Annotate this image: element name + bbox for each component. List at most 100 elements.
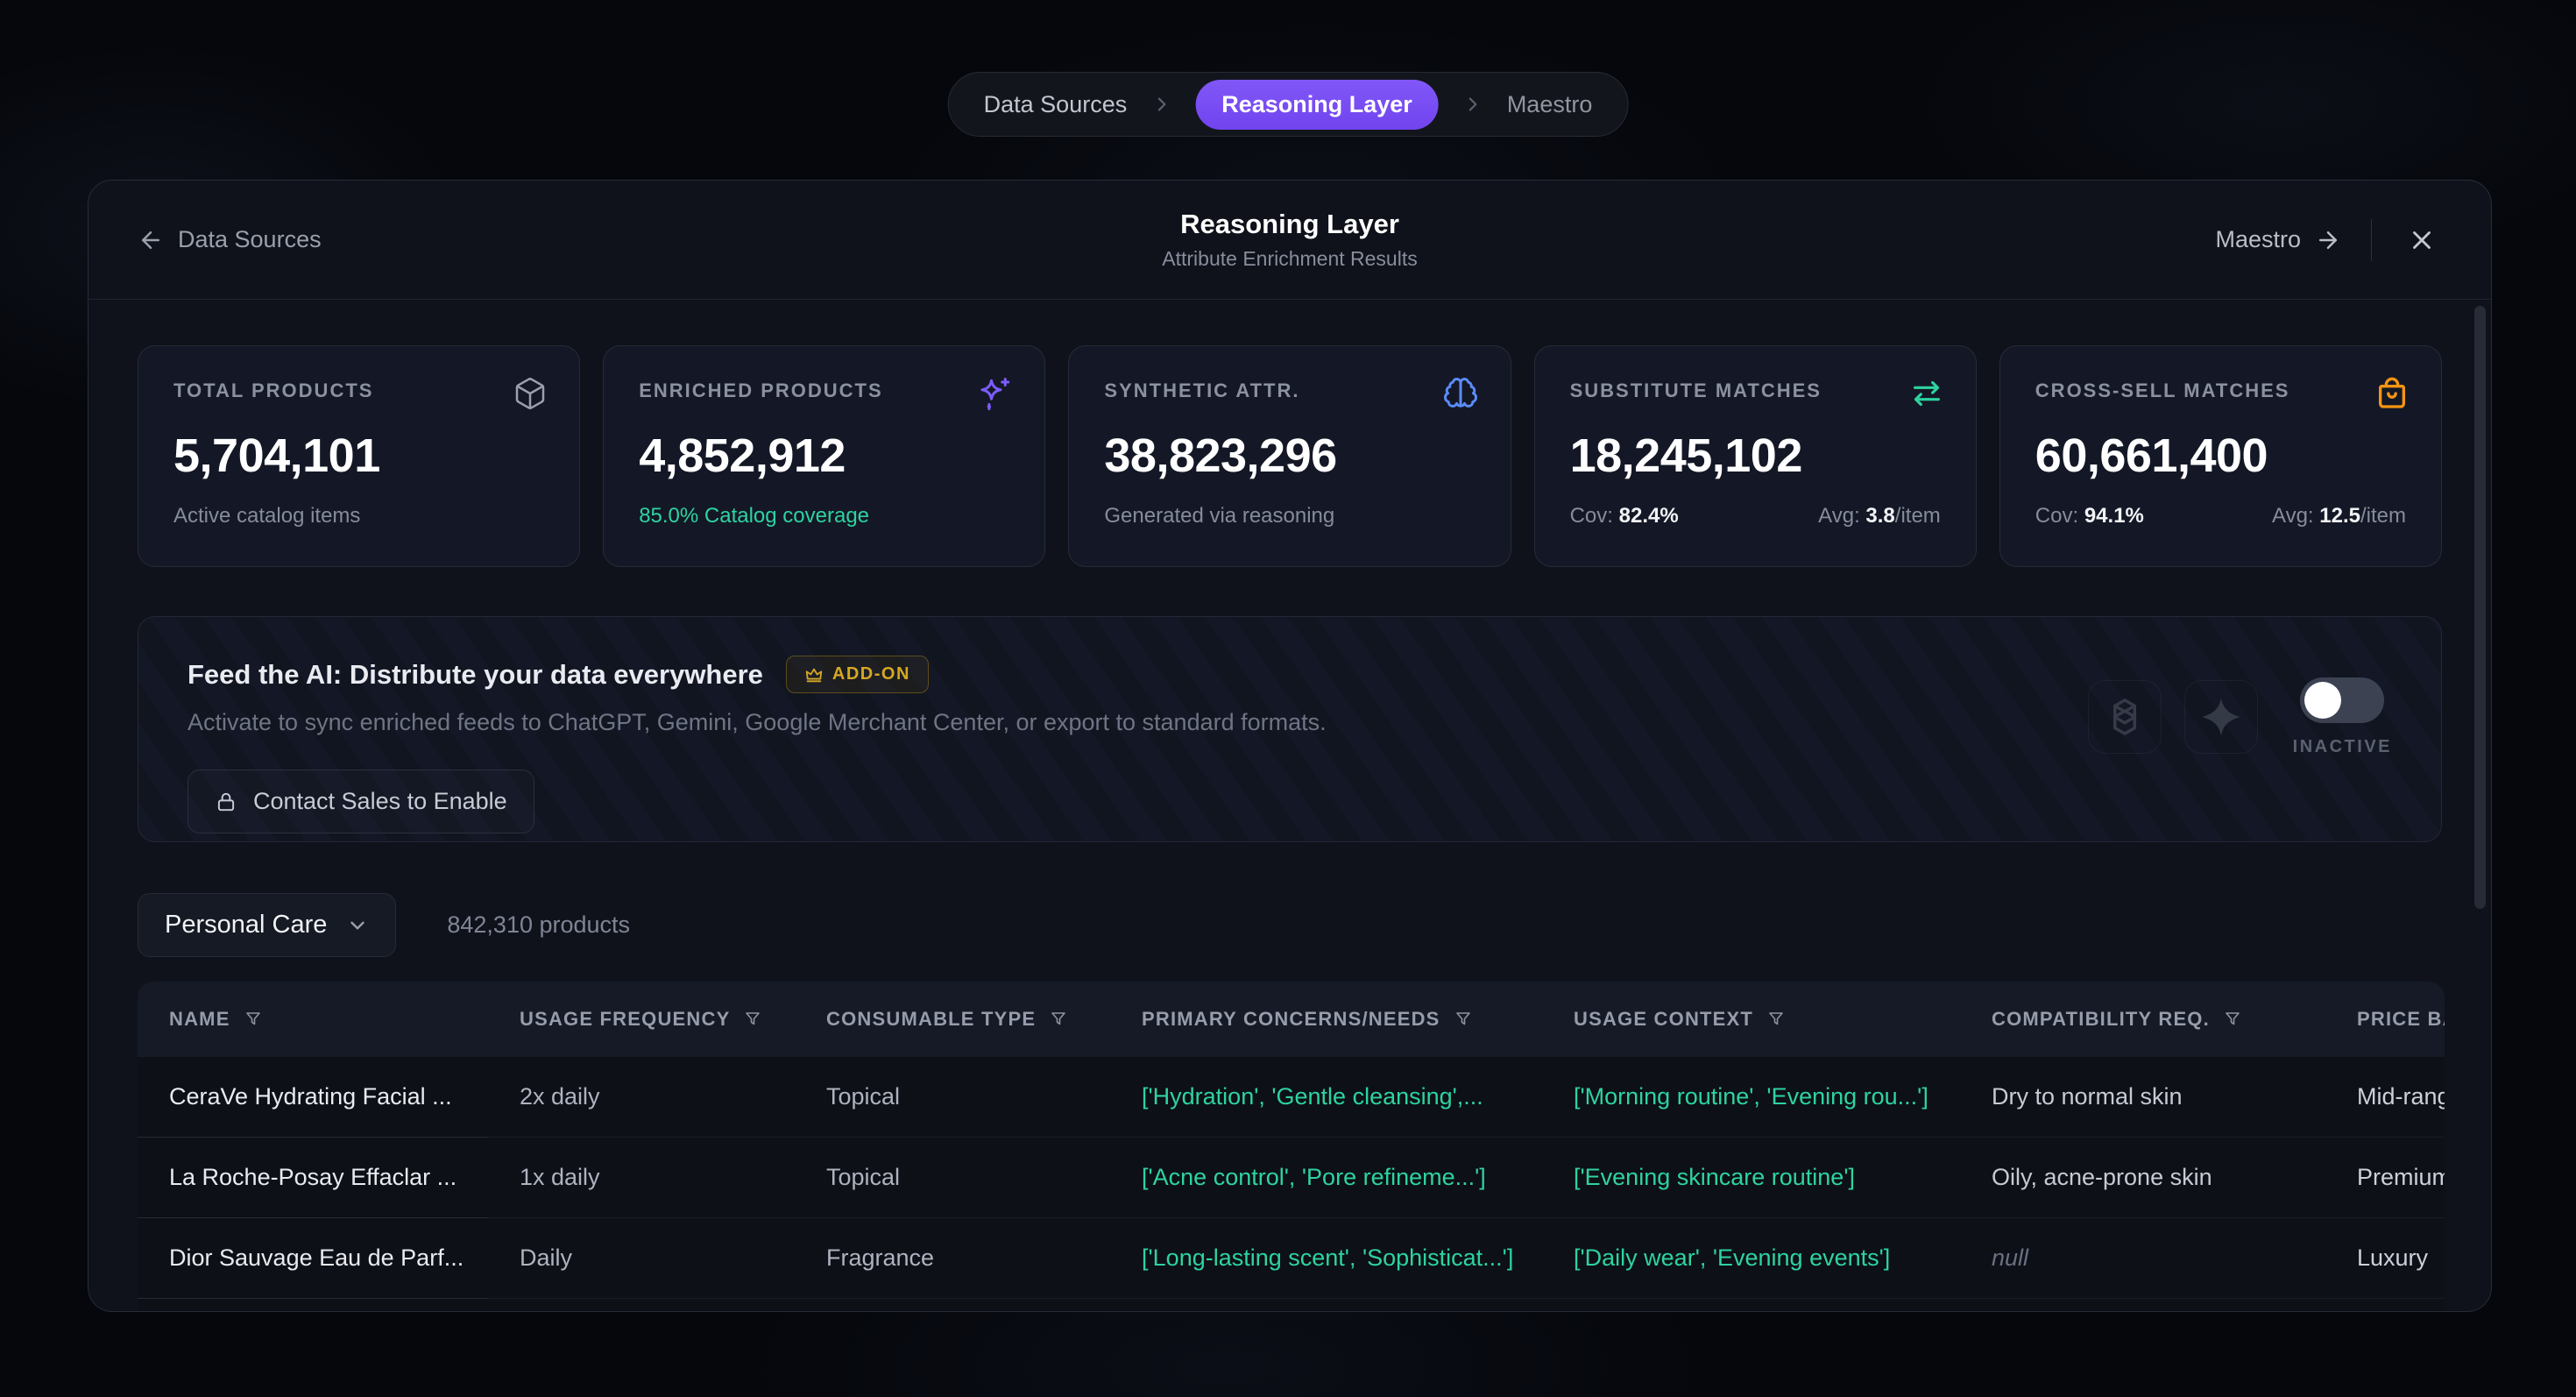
col-header-usage-frequency[interactable]: USAGE FREQUENCY [488,982,795,1057]
table-header-row: NAME USAGE FREQUENCY CONSUMABLE TYPE PRI… [138,982,2445,1057]
cell-usage-context: ['Daily wear', 'Evening events'] [1542,1218,1960,1299]
stat-card-substitute-matches: SUBSTITUTE MATCHES 18,245,102 Cov: 82.4%… [1534,345,1977,567]
close-button[interactable] [2402,220,2442,260]
page-title: Reasoning Layer [1162,209,1417,240]
cell-usage-context: ['Morning routine', 'Evening rou...'] [1542,1057,1960,1138]
breadcrumb-item-maestro[interactable]: Maestro [1507,91,1593,118]
chevron-right-icon [1463,95,1483,114]
filter-icon[interactable] [243,1009,264,1030]
stat-subtext: Generated via reasoning [1104,504,1475,528]
sparkles-icon [976,376,1013,413]
crown-icon [804,665,824,684]
package-icon [513,376,548,411]
cell-name: CeraVe Hydrating Facial ... [138,1057,488,1138]
lock-icon [215,791,237,813]
contact-sales-label: Contact Sales to Enable [253,788,507,815]
shopping-bag-icon [2374,376,2410,411]
breadcrumb: Data Sources Reasoning Layer Maestro [948,72,1629,137]
chevron-down-icon [346,914,369,937]
cell-consumable-type: Fragrance [795,1218,1110,1299]
stat-value: 38,823,296 [1104,429,1475,483]
cell-primary-concerns: ['Hydration', 'Gentle cleansing',... [1110,1057,1542,1138]
col-header-price-band[interactable]: PRICE BAND [2325,982,2445,1057]
table-row[interactable]: La Roche-Posay Effaclar ... 1x daily Top… [138,1138,2445,1218]
arrow-right-icon [2315,227,2341,253]
filter-icon[interactable] [742,1009,763,1030]
cell-price-band: Luxury [2325,1218,2445,1299]
col-header-consumable-type[interactable]: CONSUMABLE TYPE [795,982,1110,1057]
col-header-name[interactable]: NAME [138,982,488,1057]
stat-value: 60,661,400 [2035,429,2406,483]
gemini-sparkle-icon [2198,694,2244,740]
col-header-primary-concerns[interactable]: PRIMARY CONCERNS/NEEDS [1110,982,1542,1057]
cell-compatibility: Dry to normal skin [1960,1057,2325,1138]
stat-card-synthetic-attr: SYNTHETIC ATTR. 38,823,296 Generated via… [1068,345,1511,567]
stat-value: 5,704,101 [173,429,544,483]
modal-scrollbar-thumb[interactable] [2474,306,2486,909]
feed-toggle[interactable] [2300,677,2384,723]
enrichment-table: NAME USAGE FREQUENCY CONSUMABLE TYPE PRI… [138,982,2445,1312]
close-icon [2407,225,2437,255]
cell-usage-frequency: Daily [488,1218,795,1299]
next-to-maestro-link[interactable]: Maestro [2215,226,2341,253]
product-count: 842,310 products [447,911,630,939]
gemini-sparkle-tile [2184,680,2258,754]
addon-badge: ADD-ON [786,656,929,693]
swap-arrows-icon [1909,376,1944,411]
openai-icon [2102,694,2148,740]
stat-cards: TOTAL PRODUCTS 5,704,101 Active catalog … [138,345,2442,567]
stat-subtext: 85.0% Catalog coverage [639,504,1009,528]
cell-name: La Roche-Posay Effaclar ... [138,1138,488,1218]
stat-card-cross-sell-matches: CROSS-SELL MATCHES 60,661,400 Cov: 94.1%… [1999,345,2442,567]
reasoning-layer-modal: Data Sources Reasoning Layer Attribute E… [88,180,2492,1312]
cell-price-band: Premium [2325,1138,2445,1218]
stat-label: SUBSTITUTE MATCHES [1570,379,1941,402]
stat-card-enriched-products: ENRICHED PRODUCTS 4,852,912 85.0% Catalo… [603,345,1045,567]
col-header-compatibility[interactable]: COMPATIBILITY REQ. [1960,982,2325,1057]
cell-usage-context: ['Evening skincare routine'] [1542,1138,1960,1218]
filter-icon[interactable] [2222,1009,2243,1030]
page-subtitle: Attribute Enrichment Results [1162,247,1417,271]
category-selected-label: Personal Care [165,911,327,940]
stat-card-total-products: TOTAL PRODUCTS 5,704,101 Active catalog … [138,345,580,567]
table-row[interactable]: CeraVe Hydrating Facial ... 2x daily Top… [138,1057,2445,1138]
banner-subtitle: Activate to sync enriched feeds to ChatG… [188,709,1327,736]
next-link-label: Maestro [2215,226,2301,253]
table-row[interactable]: Dior Sauvage Eau de Parf... Daily Fragra… [138,1218,2445,1299]
cell-compatibility: Oily, acne-prone skin [1960,1138,2325,1218]
stat-label: CROSS-SELL MATCHES [2035,379,2406,402]
stat-value: 18,245,102 [1570,429,1941,483]
toggle-status-label: INACTIVE [2293,737,2392,757]
modal-header: Data Sources Reasoning Layer Attribute E… [88,181,2491,300]
cell-primary-concerns: ['Long-lasting scent', 'Sophisticat...'] [1110,1218,1542,1299]
stat-sub-metrics: Cov: 82.4% Avg: 3.8/item [1570,504,1941,528]
filter-icon[interactable] [1453,1009,1474,1030]
feed-the-ai-banner: Feed the AI: Distribute your data everyw… [138,616,2442,842]
table-row-partial [138,1299,2445,1312]
cell-usage-frequency: 1x daily [488,1138,795,1218]
breadcrumb-item-data-sources[interactable]: Data Sources [984,91,1128,118]
banner-title: Feed the AI: Distribute your data everyw… [188,659,763,691]
chevron-right-icon [1151,95,1171,114]
stat-subtext: Active catalog items [173,504,544,528]
openai-logo-tile [2088,680,2162,754]
col-header-usage-context[interactable]: USAGE CONTEXT [1542,982,1960,1057]
stat-value: 4,852,912 [639,429,1009,483]
cell-name: Dior Sauvage Eau de Parf... [138,1218,488,1299]
cell-usage-frequency: 2x daily [488,1057,795,1138]
filter-icon[interactable] [1048,1009,1069,1030]
category-dropdown[interactable]: Personal Care [138,893,396,957]
contact-sales-button[interactable]: Contact Sales to Enable [188,769,534,833]
stat-label: SYNTHETIC ATTR. [1104,379,1475,402]
arrow-left-icon [138,227,164,253]
modal-title-block: Reasoning Layer Attribute Enrichment Res… [1162,209,1417,271]
stat-sub-metrics: Cov: 94.1% Avg: 12.5/item [2035,504,2406,528]
back-to-data-sources-link[interactable]: Data Sources [138,226,322,253]
breadcrumb-item-reasoning-layer[interactable]: Reasoning Layer [1195,80,1439,130]
cell-price-band: Mid-range [2325,1057,2445,1138]
back-link-label: Data Sources [178,226,322,253]
stat-label: ENRICHED PRODUCTS [639,379,1009,402]
filter-icon[interactable] [1766,1009,1787,1030]
header-divider [2371,219,2372,261]
cell-consumable-type: Topical [795,1057,1110,1138]
